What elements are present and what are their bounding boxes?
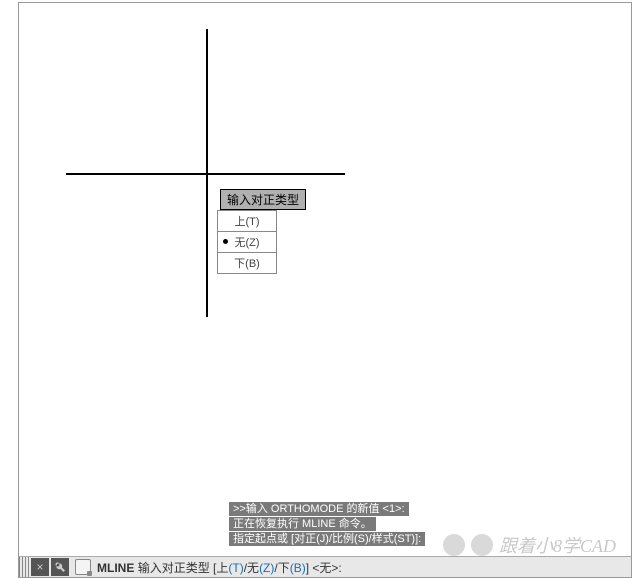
menu-item-label: 下(B) [234, 255, 260, 271]
opt-top-key[interactable]: (T) [228, 561, 243, 575]
menu-item-label: 上(T) [234, 213, 259, 229]
opt-none-key[interactable]: (Z) [259, 561, 274, 575]
close-icon: × [36, 560, 43, 574]
wrench-icon [54, 561, 66, 573]
menu-item-label: 无(Z) [234, 234, 259, 250]
command-bar[interactable]: × MLINE 输入对正类型 [上(T)/无(Z)/下(B)] <无>: [19, 556, 631, 577]
menu-item-bottom[interactable]: 下(B) [218, 253, 276, 273]
opt-bottom-key[interactable]: (B) [290, 561, 306, 575]
wrench-button[interactable] [51, 558, 69, 576]
command-history: >>输入 ORTHOMODE 的新值 <1>: 正在恢复执行 MLINE 命令。… [229, 501, 425, 546]
command-input[interactable]: MLINE 输入对正类型 [上(T)/无(Z)/下(B)] <无>: [91, 559, 631, 576]
opt-bottom[interactable]: 下 [278, 561, 290, 575]
history-line: 正在恢复执行 MLINE 命令。 [229, 517, 376, 531]
drawing-vertical-line [206, 29, 208, 317]
command-name: MLINE [97, 561, 134, 575]
selected-dot-icon [223, 239, 228, 244]
grip-handle-icon[interactable] [19, 557, 29, 577]
command-prompt-suffix: ] <无>: [306, 561, 342, 575]
close-button[interactable]: × [31, 558, 49, 576]
drawing-canvas[interactable]: 输入对正类型 上(T) 无(Z) 下(B) [19, 3, 631, 577]
opt-top[interactable]: 上 [216, 561, 228, 575]
menu-item-none[interactable]: 无(Z) [218, 232, 276, 253]
history-line: >>输入 ORTHOMODE 的新值 <1>: [229, 502, 409, 516]
opt-none[interactable]: 无 [247, 561, 259, 575]
justification-menu[interactable]: 上(T) 无(Z) 下(B) [217, 210, 277, 274]
command-indicator-icon [75, 559, 91, 575]
command-prompt-prefix: 输入对正类型 [ [138, 561, 217, 575]
input-tooltip: 输入对正类型 [220, 189, 306, 210]
menu-item-top[interactable]: 上(T) [218, 211, 276, 232]
tooltip-label: 输入对正类型 [227, 193, 299, 207]
history-line: 指定起点或 [对正(J)/比例(S)/样式(ST)]: [229, 532, 425, 546]
app-frame: 输入对正类型 上(T) 无(Z) 下(B) >>输入 ORTHOMODE 的新值… [18, 2, 632, 578]
